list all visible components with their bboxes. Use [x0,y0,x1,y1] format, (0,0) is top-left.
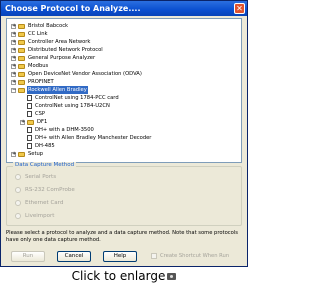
tree-item-label: DF1 [37,119,48,125]
radio-icon[interactable] [15,213,21,219]
tree-item[interactable]: + Setup [11,150,44,158]
folder-icon [18,71,25,77]
folder-icon [18,87,25,93]
radio-icon[interactable] [15,174,21,180]
tree-item[interactable]: + General Purpose Analyzer [11,54,96,62]
enlarge-caption[interactable]: Click to enlarge [0,269,248,283]
radio-liveimport[interactable]: Liveimport [15,212,54,220]
folder-icon [18,47,25,53]
tree-item[interactable]: + Open DeviceNet Vendor Association (ODVA… [11,70,143,78]
tree-item-label: DH+ with Allen Bradley Manchester Decode… [35,135,152,141]
tree-item-label: DH-485 [35,143,55,149]
expand-icon[interactable]: + [11,31,16,37]
radio-rs232-comprobe[interactable]: RS-232 ComProbe [15,186,75,194]
tree-item-label: Bristol Babcock [28,23,69,29]
document-icon [27,95,32,101]
expand-icon[interactable]: + [20,119,25,125]
tree-item[interactable]: DH-485 [20,142,56,150]
tree-item[interactable]: − Rockwell Allen Bradley [11,86,88,94]
tree-item[interactable]: + Modbus [11,62,49,70]
protocol-tree[interactable]: + Bristol Babcock + CC Link + Controller Area… [6,18,242,163]
radio-label: RS-232 ComProbe [25,187,75,193]
cancel-button[interactable]: Cancel [57,251,91,262]
document-icon [27,143,32,149]
run-button[interactable]: Run [11,251,45,262]
tree-item[interactable]: + CC Link [11,30,49,38]
dialog-window: Choose Protocol to Analyze.... ✕ + Bristo… [0,0,248,267]
radio-serial-ports[interactable]: Serial Ports [15,173,56,181]
tree-item-label: Controller Area Network [28,39,91,45]
tree-item-label: Setup [28,151,44,157]
capture-method-group: Data Capture Method Serial Ports RS-232 … [6,162,242,226]
tree-item[interactable]: ControlNet using 1784-PCC card [20,94,120,102]
tree-item-label: PROFINET [28,79,54,85]
tree-item-label: DH+ with a DHM-3500 [35,127,94,133]
radio-label: Ethernet Card [25,200,64,206]
expand-icon[interactable]: + [11,63,16,69]
folder-icon [18,23,25,29]
tree-item-label: Modbus [28,63,49,69]
window-title: Choose Protocol to Analyze.... [5,4,141,13]
checkbox-icon[interactable] [151,253,157,259]
document-icon [27,103,32,109]
tree-item[interactable]: + DF1 [20,118,48,126]
tree-item[interactable]: + Controller Area Network [11,38,91,46]
tree-item[interactable]: + PROFINET [11,78,55,86]
tree-item-label: ControlNet using 1784-U2CN [35,103,110,109]
folder-icon [18,31,25,37]
radio-label: Liveimport [25,213,55,219]
expand-icon[interactable]: + [11,47,16,53]
tree-item[interactable]: CSP [20,110,46,118]
folder-icon [18,151,25,157]
radio-ethernet-card[interactable]: Ethernet Card [15,199,63,207]
tree-item[interactable]: DH+ with Allen Bradley Manchester Decode… [20,134,152,142]
help-button[interactable]: Help [103,251,137,262]
tree-item-label: CSP [35,111,46,117]
expand-icon[interactable]: + [11,71,16,77]
tree-item[interactable]: DH+ with a DHM-3500 [20,126,95,134]
document-icon [27,111,32,117]
tree-item-label: Open DeviceNet Vendor Association (ODVA) [28,71,142,77]
create-shortcut-checkbox[interactable]: Create Shortcut When Run [151,253,229,259]
collapse-icon[interactable]: − [11,87,16,93]
instruction-text: Please select a protocol to analyze and … [6,230,238,243]
folder-icon [18,79,25,85]
radio-label: Serial Ports [25,174,57,180]
tree-item[interactable]: ControlNet using 1784-U2CN [20,102,111,110]
radio-icon[interactable] [15,187,21,193]
tree-item[interactable]: + Distributed Network Protocol [11,46,104,54]
caption-text: Click to enlarge [71,269,166,283]
folder-icon [18,55,25,61]
tree-item[interactable]: + Bristol Babcock [11,22,69,30]
radio-icon[interactable] [15,200,21,206]
document-icon [27,127,32,133]
expand-icon[interactable]: + [11,79,16,85]
expand-icon[interactable]: + [11,39,16,45]
close-button[interactable]: ✕ [234,3,245,14]
camera-icon [167,273,177,280]
tree-item-label: Distributed Network Protocol [28,47,103,53]
folder-icon [27,119,34,125]
folder-icon [18,39,25,45]
tree-item-label: General Purpose Analyzer [28,55,96,61]
expand-icon[interactable]: + [11,55,16,61]
folder-icon [18,63,25,69]
title-bar[interactable]: Choose Protocol to Analyze.... ✕ [1,1,247,16]
expand-icon[interactable]: + [11,151,16,157]
tree-item-label: Rockwell Allen Bradley [27,86,88,94]
capture-method-title: Data Capture Method [13,162,77,168]
document-icon [27,135,32,141]
shortcut-label: Create Shortcut When Run [160,253,230,259]
tree-item-label: CC Link [28,31,48,37]
expand-icon[interactable]: + [11,23,16,29]
tree-item-label: ControlNet using 1784-PCC card [35,95,119,101]
close-icon: ✕ [236,4,243,13]
